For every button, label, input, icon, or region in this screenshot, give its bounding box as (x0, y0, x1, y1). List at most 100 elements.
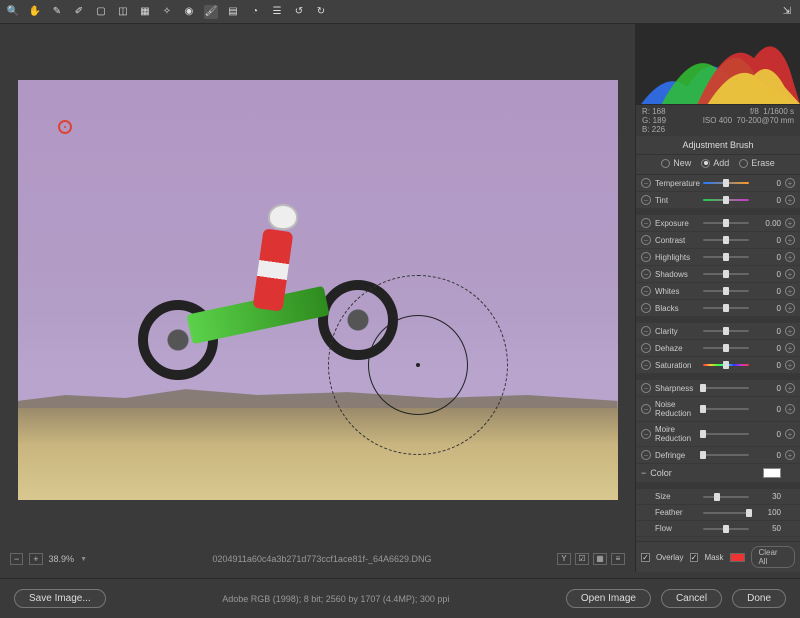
slider-knob[interactable] (746, 541, 752, 542)
list-icon[interactable]: ☰ (270, 5, 284, 19)
slider-value[interactable]: 0 (753, 287, 781, 296)
save-image-button[interactable]: Save Image... (14, 589, 106, 608)
slider-value[interactable]: 0 (753, 361, 781, 370)
overlay-icon[interactable]: ▦ (138, 5, 152, 19)
minus-icon[interactable]: − (641, 343, 651, 353)
mask-color-swatch[interactable] (730, 553, 746, 562)
overlay-checkbox[interactable] (641, 553, 650, 562)
slider-value[interactable]: 0 (753, 344, 781, 353)
slider-value[interactable]: 0 (753, 384, 781, 393)
plus-icon[interactable]: + (785, 326, 795, 336)
slider-value[interactable]: 0 (753, 430, 781, 439)
slider-value[interactable]: 0 (753, 304, 781, 313)
minus-icon[interactable]: − (641, 235, 651, 245)
slider-knob[interactable] (714, 493, 720, 501)
gradient-icon[interactable]: ▤ (226, 5, 240, 19)
slider-value[interactable]: 0 (753, 253, 781, 262)
slider-knob[interactable] (723, 287, 729, 295)
slider-knob[interactable] (700, 384, 706, 392)
toggle-icon[interactable]: ☑ (575, 553, 589, 565)
zoom-dropdown-icon[interactable]: ▼ (80, 556, 87, 563)
plus-icon[interactable]: + (785, 252, 795, 262)
brush-pin[interactable] (58, 120, 72, 134)
slider-track[interactable] (703, 347, 749, 349)
plus-icon[interactable]: + (785, 303, 795, 313)
slider-track[interactable] (703, 433, 749, 435)
zoom-out-button[interactable]: − (10, 553, 23, 565)
slider-value[interactable]: 0 (753, 270, 781, 279)
slider-track[interactable] (703, 273, 749, 275)
spot-heal-icon[interactable]: ✧ (160, 5, 174, 19)
minus-icon[interactable]: − (641, 286, 651, 296)
plus-icon[interactable]: + (785, 235, 795, 245)
menu-icon[interactable]: ≡ (611, 553, 625, 565)
slider-value[interactable]: 0 (753, 196, 781, 205)
plus-icon[interactable]: + (785, 286, 795, 296)
slider-knob[interactable] (700, 430, 706, 438)
rotate-cw-icon[interactable]: ↻ (314, 5, 328, 19)
minus-icon[interactable]: − (641, 383, 651, 393)
minus-icon[interactable]: − (641, 303, 651, 313)
redeye-icon[interactable]: ◉ (182, 5, 196, 19)
cancel-button[interactable]: Cancel (661, 589, 722, 608)
minus-icon[interactable]: − (641, 252, 651, 262)
plus-icon[interactable]: + (785, 360, 795, 370)
slider-value[interactable]: 0 (753, 236, 781, 245)
slider-knob[interactable] (723, 361, 729, 369)
minus-icon[interactable]: − (641, 404, 651, 414)
minus-icon[interactable]: − (641, 269, 651, 279)
plus-icon[interactable]: + (785, 178, 795, 188)
slider-track[interactable] (703, 387, 749, 389)
clear-all-button[interactable]: Clear All (751, 546, 795, 568)
mode-erase[interactable]: Erase (739, 158, 775, 168)
minus-icon[interactable]: − (641, 218, 651, 228)
eyedropper-icon[interactable]: ✎ (50, 5, 64, 19)
crop-icon[interactable]: ▢ (94, 5, 108, 19)
histogram[interactable] (636, 24, 800, 104)
slider-track[interactable] (703, 182, 749, 184)
slider-track[interactable] (703, 256, 749, 258)
slider-value[interactable]: 0 (753, 405, 781, 414)
color-swatch[interactable] (763, 468, 781, 478)
footer-meta[interactable]: Adobe RGB (1998); 8 bit; 2560 by 1707 (4… (116, 594, 556, 604)
zoom-readout[interactable]: 38.9% (49, 554, 75, 564)
slider-track[interactable] (703, 307, 749, 309)
radial-icon[interactable]: ◔ (248, 5, 262, 19)
slider-knob[interactable] (723, 270, 729, 278)
slider-track[interactable] (703, 528, 749, 530)
brush-icon[interactable]: 🖌 (204, 5, 218, 19)
slider-value[interactable]: 0 (753, 327, 781, 336)
minus-icon[interactable]: − (641, 468, 646, 478)
minus-icon[interactable]: − (641, 326, 651, 336)
slider-value[interactable]: 0 (753, 179, 781, 188)
slider-value[interactable]: 0 (753, 451, 781, 460)
mode-add[interactable]: Add (701, 158, 729, 168)
slider-knob[interactable] (723, 344, 729, 352)
plus-icon[interactable]: + (785, 450, 795, 460)
slider-track[interactable] (703, 290, 749, 292)
slider-knob[interactable] (723, 196, 729, 204)
slider-track[interactable] (703, 199, 749, 201)
slider-knob[interactable] (723, 219, 729, 227)
open-image-button[interactable]: Open Image (566, 589, 651, 608)
slider-value[interactable]: 50 (753, 524, 781, 533)
plus-icon[interactable]: + (785, 343, 795, 353)
mask-checkbox[interactable] (690, 553, 699, 562)
slider-knob[interactable] (700, 451, 706, 459)
undock-icon[interactable]: ⇲ (780, 5, 794, 19)
slider-knob[interactable] (723, 179, 729, 187)
zoom-icon[interactable]: 🔍 (6, 5, 20, 19)
plus-icon[interactable]: + (785, 269, 795, 279)
slider-track[interactable] (703, 408, 749, 410)
slider-track[interactable] (703, 454, 749, 456)
rotate-ccw-icon[interactable]: ↺ (292, 5, 306, 19)
slider-track[interactable] (703, 239, 749, 241)
minus-icon[interactable]: − (641, 429, 651, 439)
slider-track[interactable] (703, 496, 749, 498)
straighten-icon[interactable]: ◫ (116, 5, 130, 19)
minus-icon[interactable]: − (641, 450, 651, 460)
slider-knob[interactable] (723, 253, 729, 261)
slider-track[interactable] (703, 364, 749, 366)
plus-icon[interactable]: + (785, 383, 795, 393)
minus-icon[interactable]: − (641, 195, 651, 205)
